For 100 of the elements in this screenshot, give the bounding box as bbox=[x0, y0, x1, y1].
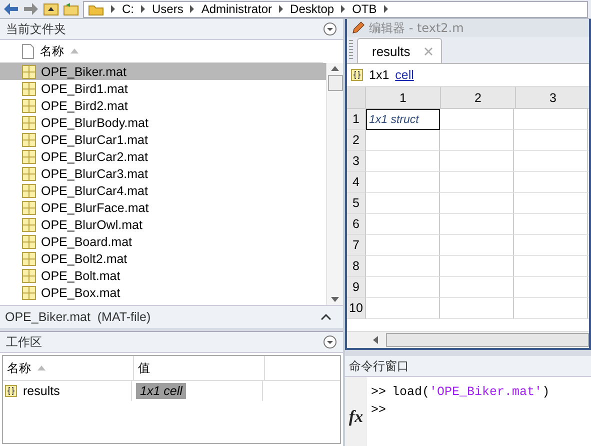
document-icon bbox=[22, 44, 34, 58]
table-corner[interactable] bbox=[347, 87, 366, 109]
table-cell[interactable] bbox=[514, 214, 588, 235]
table-cell[interactable] bbox=[514, 298, 588, 319]
horizontal-scrollbar[interactable] bbox=[347, 331, 589, 348]
file-item[interactable]: OPE_Biker.mat bbox=[0, 63, 326, 80]
table-cell[interactable] bbox=[440, 172, 514, 193]
table-cell[interactable] bbox=[366, 193, 440, 214]
row-header[interactable]: 2 bbox=[347, 130, 366, 151]
mat-file-icon bbox=[22, 116, 36, 130]
table-cell[interactable] bbox=[514, 277, 588, 298]
mat-file-icon bbox=[22, 82, 36, 96]
row-header[interactable]: 1 bbox=[347, 109, 366, 130]
variable-name[interactable]: results bbox=[23, 384, 60, 398]
table-cell[interactable] bbox=[514, 193, 588, 214]
row-header[interactable]: 4 bbox=[347, 172, 366, 193]
table-cell[interactable] bbox=[366, 214, 440, 235]
file-item[interactable]: OPE_BlurCar3.mat bbox=[0, 165, 326, 182]
path-crumb[interactable]: Users bbox=[152, 2, 184, 16]
table-cell[interactable] bbox=[514, 256, 588, 277]
panel-title: 当前文件夹 bbox=[6, 20, 66, 38]
table-cell[interactable] bbox=[366, 298, 440, 319]
file-item[interactable]: OPE_BlurBody.mat bbox=[0, 114, 326, 131]
column-header[interactable]: 名称 bbox=[3, 356, 134, 380]
path-bar[interactable]: C: Users Administrator Desktop OTB bbox=[83, 0, 588, 18]
path-crumb[interactable]: Administrator bbox=[201, 2, 272, 16]
scroll-down-icon bbox=[331, 297, 339, 302]
vertical-scrollbar[interactable] bbox=[326, 63, 343, 305]
column-label: 值 bbox=[138, 360, 150, 376]
array-size: 1x1 bbox=[369, 68, 390, 82]
scroll-thumb[interactable] bbox=[386, 333, 589, 347]
table-cell[interactable] bbox=[514, 130, 588, 151]
table-cell[interactable] bbox=[440, 214, 514, 235]
row-header[interactable]: 10 bbox=[347, 298, 366, 319]
mat-file-icon bbox=[22, 64, 36, 78]
table-cell[interactable] bbox=[440, 193, 514, 214]
table-cell[interactable] bbox=[514, 151, 588, 172]
forward-arrow-icon bbox=[23, 2, 39, 16]
table-cell[interactable] bbox=[440, 109, 514, 130]
table-cell[interactable] bbox=[440, 130, 514, 151]
file-item[interactable]: OPE_BlurFace.mat bbox=[0, 199, 326, 216]
class-link[interactable]: cell bbox=[395, 68, 414, 82]
column-header[interactable]: 值 bbox=[134, 356, 265, 380]
file-item[interactable]: OPE_Bolt2.mat bbox=[0, 250, 326, 267]
file-item[interactable]: OPE_BlurOwl.mat bbox=[0, 216, 326, 233]
mat-file-icon bbox=[22, 98, 36, 112]
row-header[interactable]: 5 bbox=[347, 193, 366, 214]
row-header[interactable]: 6 bbox=[347, 214, 366, 235]
scroll-thumb[interactable] bbox=[328, 75, 342, 91]
column-header[interactable]: 3 bbox=[516, 87, 589, 109]
tab[interactable]: results bbox=[357, 38, 442, 63]
chevron-right-icon bbox=[278, 5, 284, 13]
file-item[interactable]: OPE_Board.mat bbox=[0, 233, 326, 250]
table-cell[interactable]: 1x1 struct bbox=[366, 109, 440, 130]
column-header[interactable]: 1 bbox=[366, 87, 441, 109]
table-cell[interactable] bbox=[440, 256, 514, 277]
column-label: 名称 bbox=[40, 42, 64, 60]
table-cell[interactable] bbox=[366, 277, 440, 298]
panel-menu-icon bbox=[323, 335, 337, 349]
row-header[interactable]: 7 bbox=[347, 235, 366, 256]
file-item[interactable]: OPE_BlurCar1.mat bbox=[0, 131, 326, 148]
table-cell[interactable] bbox=[366, 256, 440, 277]
editor-title: 编辑器 - text2.m bbox=[369, 20, 464, 36]
close-icon bbox=[424, 46, 434, 56]
table-cell[interactable] bbox=[514, 109, 588, 130]
file-item[interactable]: OPE_BlurCar2.mat bbox=[0, 148, 326, 165]
mat-file-icon bbox=[22, 252, 36, 266]
path-crumb[interactable]: C: bbox=[122, 2, 134, 16]
file-item[interactable]: OPE_BlurCar4.mat bbox=[0, 182, 326, 199]
chevron-right-icon bbox=[110, 5, 116, 13]
pencil-icon bbox=[351, 21, 365, 35]
folder-icon bbox=[88, 2, 104, 16]
table-cell[interactable] bbox=[366, 130, 440, 151]
column-header[interactable]: 2 bbox=[441, 87, 516, 109]
file-details: OPE_Biker.mat (MAT-file) bbox=[5, 310, 151, 324]
table-cell[interactable] bbox=[440, 235, 514, 256]
function-browser-button[interactable]: fx bbox=[348, 407, 364, 427]
path-crumb[interactable]: Desktop bbox=[290, 2, 334, 16]
row-header[interactable]: 9 bbox=[347, 277, 366, 298]
table-cell[interactable] bbox=[440, 151, 514, 172]
panel-title: 命令行窗口 bbox=[349, 358, 409, 374]
tab-grip bbox=[349, 40, 353, 60]
table-cell[interactable] bbox=[366, 235, 440, 256]
table-cell[interactable] bbox=[514, 235, 588, 256]
chevron-right-icon bbox=[340, 5, 346, 13]
row-header[interactable]: 3 bbox=[347, 151, 366, 172]
table-cell[interactable] bbox=[366, 172, 440, 193]
chevron-right-icon bbox=[140, 5, 146, 13]
row-header[interactable]: 8 bbox=[347, 256, 366, 277]
file-item[interactable]: OPE_Box.mat bbox=[0, 284, 326, 301]
file-item[interactable]: OPE_Bolt.mat bbox=[0, 267, 326, 284]
table-cell[interactable] bbox=[366, 151, 440, 172]
table-cell[interactable] bbox=[440, 298, 514, 319]
path-crumb[interactable]: OTB bbox=[352, 2, 377, 16]
table-cell[interactable] bbox=[440, 277, 514, 298]
file-item[interactable]: OPE_Bird2.mat bbox=[0, 97, 326, 114]
column-label: 名称 bbox=[7, 360, 31, 376]
table-cell[interactable] bbox=[514, 172, 588, 193]
variable-value[interactable]: 1x1 cell bbox=[136, 383, 186, 399]
file-item[interactable]: OPE_Bird1.mat bbox=[0, 80, 326, 97]
